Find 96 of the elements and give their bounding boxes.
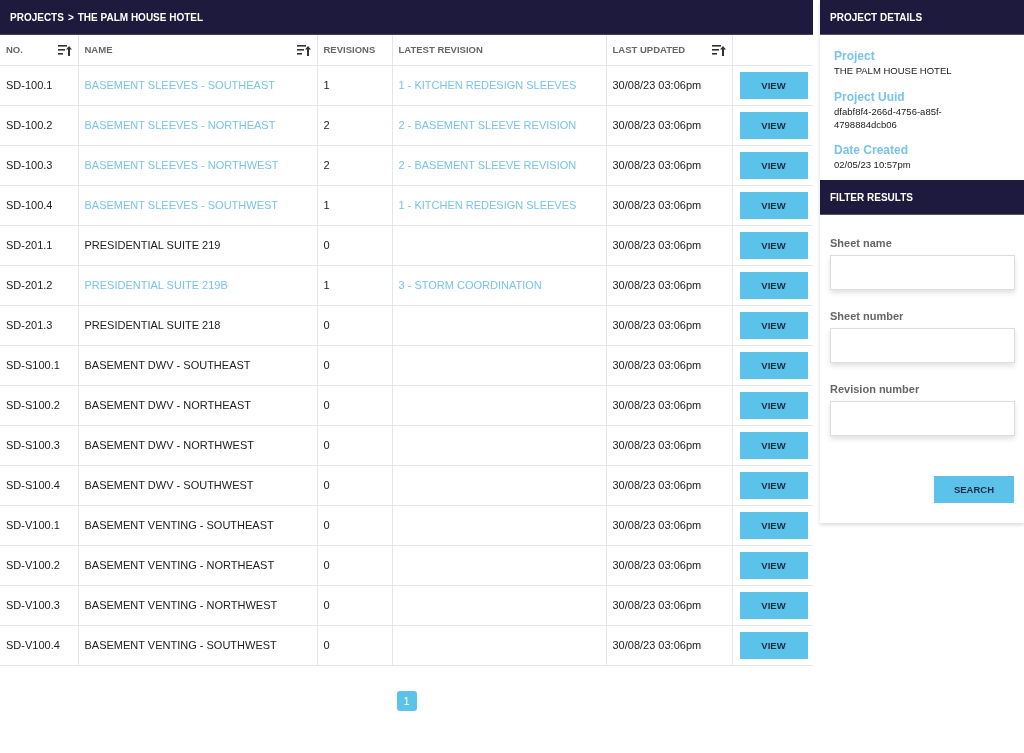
sheet-number: SD-V100.2 xyxy=(6,559,60,571)
revision-count: 0 xyxy=(323,479,330,491)
field-label: Sheet number xyxy=(830,310,905,323)
sheet-name: BASEMENT DWV - SOUTHWEST xyxy=(84,479,254,491)
detail-label: Project xyxy=(834,49,876,63)
sheet-number: SD-S100.1 xyxy=(6,359,60,371)
detail-value: dfabf8f4-266d-4756-a85f-4798884dcb06 xyxy=(834,105,943,132)
view-button[interactable]: VIEW xyxy=(739,511,808,539)
last-updated: 30/08/23 03:06pm xyxy=(612,359,702,371)
revision-count: 0 xyxy=(323,239,330,251)
sort-icon[interactable] xyxy=(296,43,311,56)
last-updated: 30/08/23 03:06pm xyxy=(612,239,702,251)
last-updated: 30/08/23 03:06pm xyxy=(612,599,702,611)
last-updated: 30/08/23 03:06pm xyxy=(612,519,702,531)
field-label: Sheet name xyxy=(830,237,893,250)
view-button[interactable]: VIEW xyxy=(739,471,808,499)
sheet-number: SD-100.2 xyxy=(6,119,53,131)
sheet-number: SD-V100.1 xyxy=(6,519,60,531)
view-button[interactable]: VIEW xyxy=(739,231,808,259)
sheet-name: BASEMENT VENTING - SOUTHEAST xyxy=(84,519,274,531)
sort-icon[interactable] xyxy=(711,43,726,56)
last-updated: 30/08/23 03:06pm xyxy=(612,639,702,651)
last-updated: 30/08/23 03:06pm xyxy=(612,79,702,91)
sheet-number: SD-S100.2 xyxy=(6,399,60,411)
breadcrumb-link[interactable]: PROJECTS xyxy=(10,11,64,23)
breadcrumb-separator: > xyxy=(67,11,74,23)
revision-count: 0 xyxy=(323,559,330,571)
revision-count: 0 xyxy=(323,639,330,651)
detail-value: 02/05/23 10:57pm xyxy=(834,159,912,173)
view-button[interactable]: VIEW xyxy=(739,71,808,99)
last-updated: 30/08/23 03:06pm xyxy=(612,559,702,571)
revision-count: 2 xyxy=(323,159,330,171)
sheet-name: BASEMENT VENTING - SOUTHWEST xyxy=(84,639,277,651)
panel-title: FILTER RESULTS xyxy=(830,191,913,203)
view-button[interactable]: VIEW xyxy=(739,351,808,379)
view-button[interactable]: VIEW xyxy=(739,391,808,419)
column-header[interactable]: LAST UPDATED xyxy=(612,44,686,56)
revision-count: 1 xyxy=(323,199,330,211)
view-button[interactable]: VIEW xyxy=(739,271,808,299)
column-header: REVISIONS xyxy=(323,44,376,56)
last-updated: 30/08/23 03:06pm xyxy=(612,399,702,411)
sheet-name: BASEMENT VENTING - NORTHEAST xyxy=(84,559,275,571)
sheet-name: PRESIDENTIAL SUITE 218 xyxy=(84,319,221,331)
last-updated: 30/08/23 03:06pm xyxy=(612,439,702,451)
input-field[interactable] xyxy=(830,401,1015,437)
last-updated: 30/08/23 03:06pm xyxy=(612,119,702,131)
last-updated: 30/08/23 03:06pm xyxy=(612,199,702,211)
detail-label: Date Created xyxy=(834,143,910,158)
sheet-number: SD-201.2 xyxy=(6,279,53,291)
sheet-number: SD-100.3 xyxy=(6,159,53,171)
input-field[interactable] xyxy=(830,255,1015,291)
sheet-number: SD-201.1 xyxy=(6,239,53,251)
revision-count: 1 xyxy=(323,279,330,291)
sheet-number: SD-100.4 xyxy=(6,199,53,211)
sheet-number: SD-S100.3 xyxy=(6,439,60,451)
view-button[interactable]: VIEW xyxy=(739,111,808,139)
sort-icon[interactable] xyxy=(57,43,72,56)
view-button[interactable]: VIEW xyxy=(739,431,808,459)
sheet-number: SD-100.1 xyxy=(6,79,53,91)
revision-count: 2 xyxy=(323,119,330,131)
revision-count: 0 xyxy=(323,319,330,331)
last-updated: 30/08/23 03:06pm xyxy=(612,479,702,491)
detail-value: THE PALM HOUSE HOTEL xyxy=(834,65,953,78)
revision-count: 0 xyxy=(323,599,330,611)
column-header[interactable]: NAME xyxy=(84,44,113,56)
sheet-name: BASEMENT DWV - NORTHWEST xyxy=(84,439,254,451)
sheet-number: SD-V100.4 xyxy=(6,639,60,651)
search-button[interactable]: SEARCH xyxy=(934,476,1014,504)
sheet-name: PRESIDENTIAL SUITE 219 xyxy=(84,239,221,251)
sheet-number: SD-201.3 xyxy=(6,319,53,331)
view-button[interactable]: VIEW xyxy=(739,311,808,339)
revision-count: 0 xyxy=(323,439,330,451)
sheet-name: BASEMENT DWV - SOUTHEAST xyxy=(84,359,251,371)
revision-count: 0 xyxy=(323,399,330,411)
last-updated: 30/08/23 03:06pm xyxy=(612,319,702,331)
revision-count: 0 xyxy=(323,359,330,371)
last-updated: 30/08/23 03:06pm xyxy=(612,159,702,171)
last-updated: 30/08/23 03:06pm xyxy=(612,279,702,291)
column-header: LATEST REVISION xyxy=(398,44,483,56)
view-button[interactable]: VIEW xyxy=(739,551,808,579)
view-button[interactable]: VIEW xyxy=(739,591,808,619)
input-field[interactable] xyxy=(830,328,1015,364)
column-header[interactable]: NO. xyxy=(6,44,23,56)
revision-count: 0 xyxy=(323,519,330,531)
sheet-name: BASEMENT VENTING - NORTHWEST xyxy=(84,599,278,611)
detail-label: Project Uuid xyxy=(834,89,906,104)
revision-count: 1 xyxy=(323,79,330,91)
view-button[interactable]: VIEW xyxy=(739,191,808,219)
sheet-name: BASEMENT DWV - NORTHEAST xyxy=(84,399,251,411)
view-button[interactable]: VIEW xyxy=(739,151,808,179)
view-button[interactable]: VIEW xyxy=(739,631,808,659)
panel-title: PROJECT DETAILS xyxy=(830,11,923,23)
field-label: Revision number xyxy=(830,383,921,396)
breadcrumb-current: THE PALM HOUSE HOTEL xyxy=(77,11,204,23)
sheet-number: SD-S100.4 xyxy=(6,479,60,491)
sheet-number: SD-V100.3 xyxy=(6,599,60,611)
